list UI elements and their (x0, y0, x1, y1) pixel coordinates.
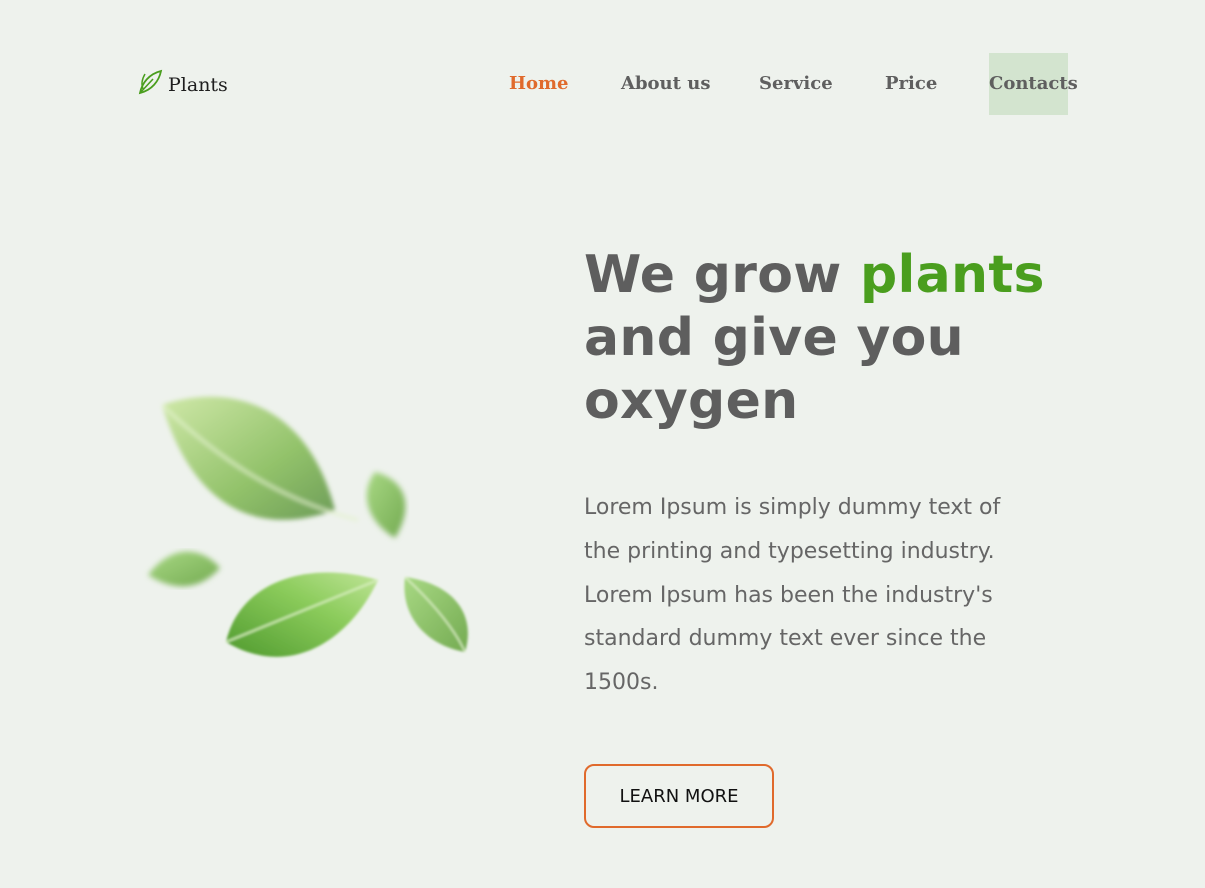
learn-more-button[interactable]: LEARN MORE (584, 764, 774, 828)
leaf-right (404, 576, 468, 653)
nav-about-us[interactable]: About us (621, 53, 710, 115)
nav-contacts[interactable]: Contacts (989, 53, 1078, 115)
nav-price[interactable]: Price (885, 53, 937, 115)
hero-title-part1: We grow (584, 245, 861, 305)
nav-home[interactable]: Home (509, 53, 569, 115)
main-nav: Home About us Service Price Contacts (0, 53, 1205, 115)
leaf-center (225, 572, 379, 657)
hero-title-accent: plants (860, 245, 1045, 305)
hero-description: Lorem Ipsum is simply dummy text of the … (584, 495, 1001, 696)
hero-title-part2: and give you oxygen (584, 308, 964, 431)
leaves-illustration (130, 380, 490, 685)
leaf-small-left (148, 551, 220, 587)
leaf-large (160, 396, 359, 522)
hero-title: We grow plants and give you oxygen (584, 244, 1064, 433)
nav-service[interactable]: Service (759, 53, 833, 115)
leaf-small-right (366, 472, 406, 538)
